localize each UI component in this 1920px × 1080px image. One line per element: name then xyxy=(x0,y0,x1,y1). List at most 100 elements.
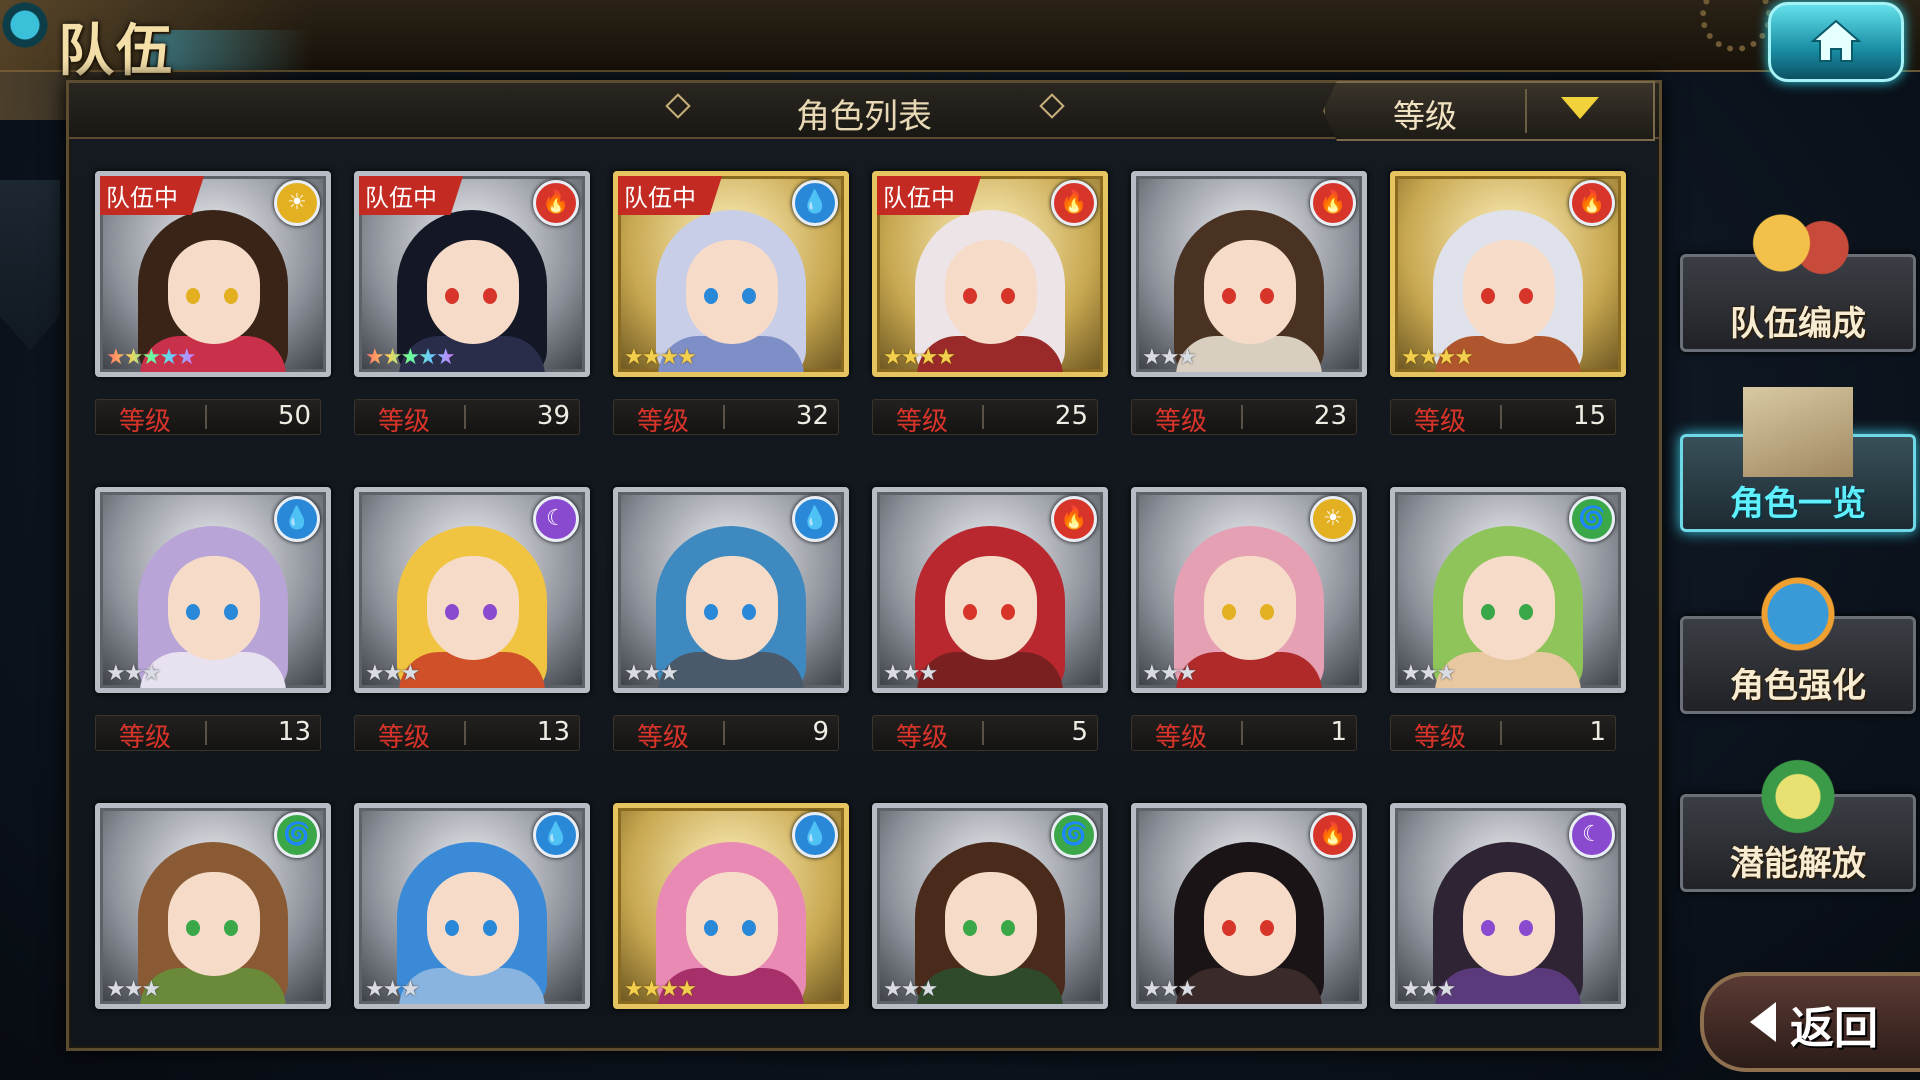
character-portrait[interactable]: 🔥 ★★★ xyxy=(1131,171,1367,377)
character-portrait[interactable]: 🔥 ★★★★ xyxy=(1390,171,1626,377)
level-value: 5 xyxy=(1071,717,1088,747)
character-portrait[interactable]: ☾ ★★★ xyxy=(354,487,590,693)
character-card[interactable]: 💧 ★★★ 等级 9 xyxy=(613,487,849,753)
character-portrait[interactable]: 💧 ★★★ xyxy=(613,487,849,693)
side-menu-item[interactable]: 潜能解放 xyxy=(1680,747,1916,892)
screen-title: 队伍 xyxy=(58,18,174,84)
character-eye xyxy=(186,604,200,620)
character-portrait[interactable]: 💧 ★★★ xyxy=(354,803,590,1009)
character-eye xyxy=(742,604,756,620)
character-card[interactable]: ☾ ★★★ xyxy=(1390,803,1626,1009)
level-value: 32 xyxy=(795,401,829,431)
character-eye xyxy=(1519,288,1533,304)
side-menu-item[interactable]: 队伍编成 xyxy=(1680,207,1916,352)
side-menu-art-icon xyxy=(1743,747,1853,837)
home-icon xyxy=(1811,19,1861,62)
fire-element-icon: 🔥 xyxy=(1051,496,1097,542)
character-portrait[interactable]: 队伍中 ☀ ★★★★★ xyxy=(95,171,331,377)
side-menu-item[interactable]: 角色强化 xyxy=(1680,569,1916,714)
character-card[interactable]: 队伍中 🔥 ★★★★ 等级 25 xyxy=(872,171,1108,437)
character-eye xyxy=(704,288,718,304)
side-menu-item[interactable]: 角色一览 xyxy=(1680,387,1916,532)
fire-element-icon: 🔥 xyxy=(1569,180,1615,226)
fire-element-icon: 🔥 xyxy=(533,180,579,226)
light-element-icon: ☀ xyxy=(1310,496,1356,542)
home-button[interactable] xyxy=(1768,2,1904,82)
character-card[interactable]: 🔥 ★★★ 等级 23 xyxy=(1131,171,1367,437)
character-eye xyxy=(224,604,238,620)
level-divider xyxy=(1241,721,1243,745)
sort-dropdown[interactable]: 等级 xyxy=(1323,81,1655,141)
left-banner xyxy=(0,180,60,350)
character-portrait[interactable]: 💧 ★★★ xyxy=(95,487,331,693)
character-eye xyxy=(704,920,718,936)
level-divider xyxy=(1500,721,1502,745)
rarity-stars: ★★★ xyxy=(106,977,161,1002)
character-portrait[interactable]: 队伍中 🔥 ★★★★ xyxy=(872,171,1108,377)
rarity-stars: ★★★ xyxy=(624,661,679,686)
character-face xyxy=(168,240,260,344)
water-element-icon: 💧 xyxy=(274,496,320,542)
level-value: 50 xyxy=(277,401,311,431)
character-card[interactable]: 队伍中 ☀ ★★★★★ 等级 50 xyxy=(95,171,331,437)
character-portrait[interactable]: 队伍中 🔥 ★★★★★ xyxy=(354,171,590,377)
character-portrait[interactable]: ☾ ★★★ xyxy=(1390,803,1626,1009)
character-face xyxy=(168,872,260,976)
side-menu-label: 角色一览 xyxy=(1730,484,1866,524)
character-card[interactable]: 队伍中 💧 ★★★★ 等级 32 xyxy=(613,171,849,437)
character-portrait[interactable]: 队伍中 💧 ★★★★ xyxy=(613,171,849,377)
character-face xyxy=(1204,556,1296,660)
level-label: 等级 xyxy=(896,723,949,753)
character-card[interactable]: 🌀 ★★★ 等级 1 xyxy=(1390,487,1626,753)
rarity-stars: ★★★ xyxy=(883,661,938,686)
rarity-stars: ★★★ xyxy=(1142,345,1197,370)
character-portrait[interactable]: 🌀 ★★★ xyxy=(95,803,331,1009)
character-card[interactable]: 队伍中 🔥 ★★★★★ 等级 39 xyxy=(354,171,590,437)
character-portrait[interactable]: ☀ ★★★ xyxy=(1131,487,1367,693)
character-eye xyxy=(704,604,718,620)
level-label: 等级 xyxy=(1414,407,1467,437)
side-menu-label: 角色强化 xyxy=(1730,666,1866,706)
character-card[interactable]: 🔥 ★★★★ 等级 15 xyxy=(1390,171,1626,437)
character-eye xyxy=(445,604,459,620)
character-card[interactable]: 💧 ★★★★ xyxy=(613,803,849,1009)
character-card[interactable]: 🌀 ★★★ xyxy=(872,803,1108,1009)
level-bar: 等级 13 xyxy=(95,715,321,753)
character-portrait[interactable]: 🌀 ★★★ xyxy=(872,803,1108,1009)
character-portrait[interactable]: 🔥 ★★★ xyxy=(872,487,1108,693)
character-card[interactable]: 🔥 ★★★ xyxy=(1131,803,1367,1009)
rarity-stars: ★★★★★ xyxy=(365,345,456,370)
character-eye xyxy=(1001,920,1015,936)
character-eye xyxy=(1260,920,1274,936)
character-card[interactable]: 💧 ★★★ xyxy=(354,803,590,1009)
character-face xyxy=(945,872,1037,976)
character-face xyxy=(1463,240,1555,344)
level-label: 等级 xyxy=(1155,407,1208,437)
character-card[interactable]: 🔥 ★★★ 等级 5 xyxy=(872,487,1108,753)
character-card[interactable]: 💧 ★★★ 等级 13 xyxy=(95,487,331,753)
level-bar: 等级 1 xyxy=(1390,715,1616,753)
level-label: 等级 xyxy=(637,723,690,753)
chevron-down-icon[interactable] xyxy=(1561,97,1599,119)
character-portrait[interactable]: 💧 ★★★★ xyxy=(613,803,849,1009)
level-divider xyxy=(723,721,725,745)
character-card[interactable]: ☀ ★★★ 等级 1 xyxy=(1131,487,1367,753)
level-bar: 等级 13 xyxy=(354,715,580,753)
fire-element-icon: 🔥 xyxy=(1310,812,1356,858)
character-card[interactable]: ☾ ★★★ 等级 13 xyxy=(354,487,590,753)
character-portrait[interactable]: 🌀 ★★★ xyxy=(1390,487,1626,693)
in-team-badge: 队伍中 xyxy=(359,176,463,215)
side-menu-label: 潜能解放 xyxy=(1730,844,1866,884)
level-value: 15 xyxy=(1572,401,1606,431)
character-portrait[interactable]: 🔥 ★★★ xyxy=(1131,803,1367,1009)
water-element-icon: 💧 xyxy=(792,496,838,542)
level-value: 23 xyxy=(1313,401,1347,431)
character-eye xyxy=(963,604,977,620)
level-bar: 等级 15 xyxy=(1390,399,1616,437)
character-face xyxy=(945,556,1037,660)
character-face xyxy=(1463,872,1555,976)
character-card[interactable]: 🌀 ★★★ xyxy=(95,803,331,1009)
back-button[interactable]: 返回 xyxy=(1700,972,1920,1072)
level-label: 等级 xyxy=(637,407,690,437)
level-value: 9 xyxy=(812,717,829,747)
